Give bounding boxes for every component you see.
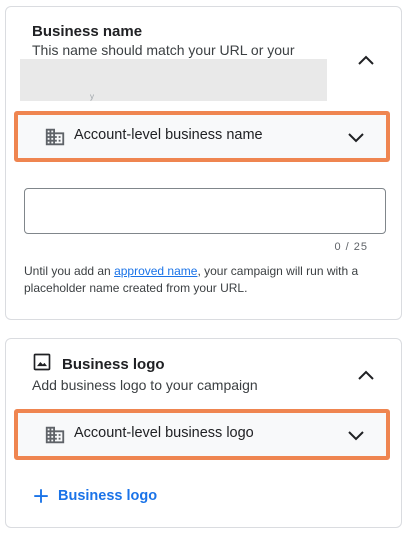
business-logo-title: Business logo	[62, 356, 165, 373]
business-name-input[interactable]	[24, 188, 386, 234]
business-name-card: Business name This name should match you…	[5, 6, 402, 320]
helper-text-start: Until you add an	[24, 264, 115, 278]
approved-name-link[interactable]: approved name	[114, 264, 197, 278]
business-logo-select-label: Account-level business logo	[74, 425, 254, 441]
add-business-logo-button[interactable]: Business logo	[32, 487, 157, 505]
building-icon	[45, 128, 65, 146]
chevron-up-icon[interactable]	[354, 49, 378, 73]
chevron-down-icon	[348, 431, 364, 441]
building-icon	[45, 426, 65, 444]
character-counter: 0 / 25	[334, 241, 368, 253]
subtitle-tail: y	[90, 92, 94, 101]
image-icon	[33, 353, 51, 371]
business-name-title: Business name	[32, 23, 143, 40]
plus-icon	[34, 489, 48, 503]
helper-text: Until you add an approved name, your cam…	[24, 263, 394, 297]
business-name-select[interactable]: Account-level business name	[14, 111, 390, 162]
chevron-down-icon	[348, 133, 364, 143]
business-logo-subtitle: Add business logo to your campaign	[32, 377, 258, 393]
business-name-subtitle: This name should match your URL or your	[32, 42, 295, 58]
business-logo-card: Business logo Add business logo to your …	[5, 338, 402, 528]
business-name-select-label: Account-level business name	[74, 127, 263, 143]
add-business-logo-label: Business logo	[58, 488, 158, 504]
business-logo-select[interactable]: Account-level business logo	[14, 409, 390, 460]
chevron-up-icon[interactable]	[354, 364, 378, 388]
redacted-text-block	[20, 59, 327, 101]
